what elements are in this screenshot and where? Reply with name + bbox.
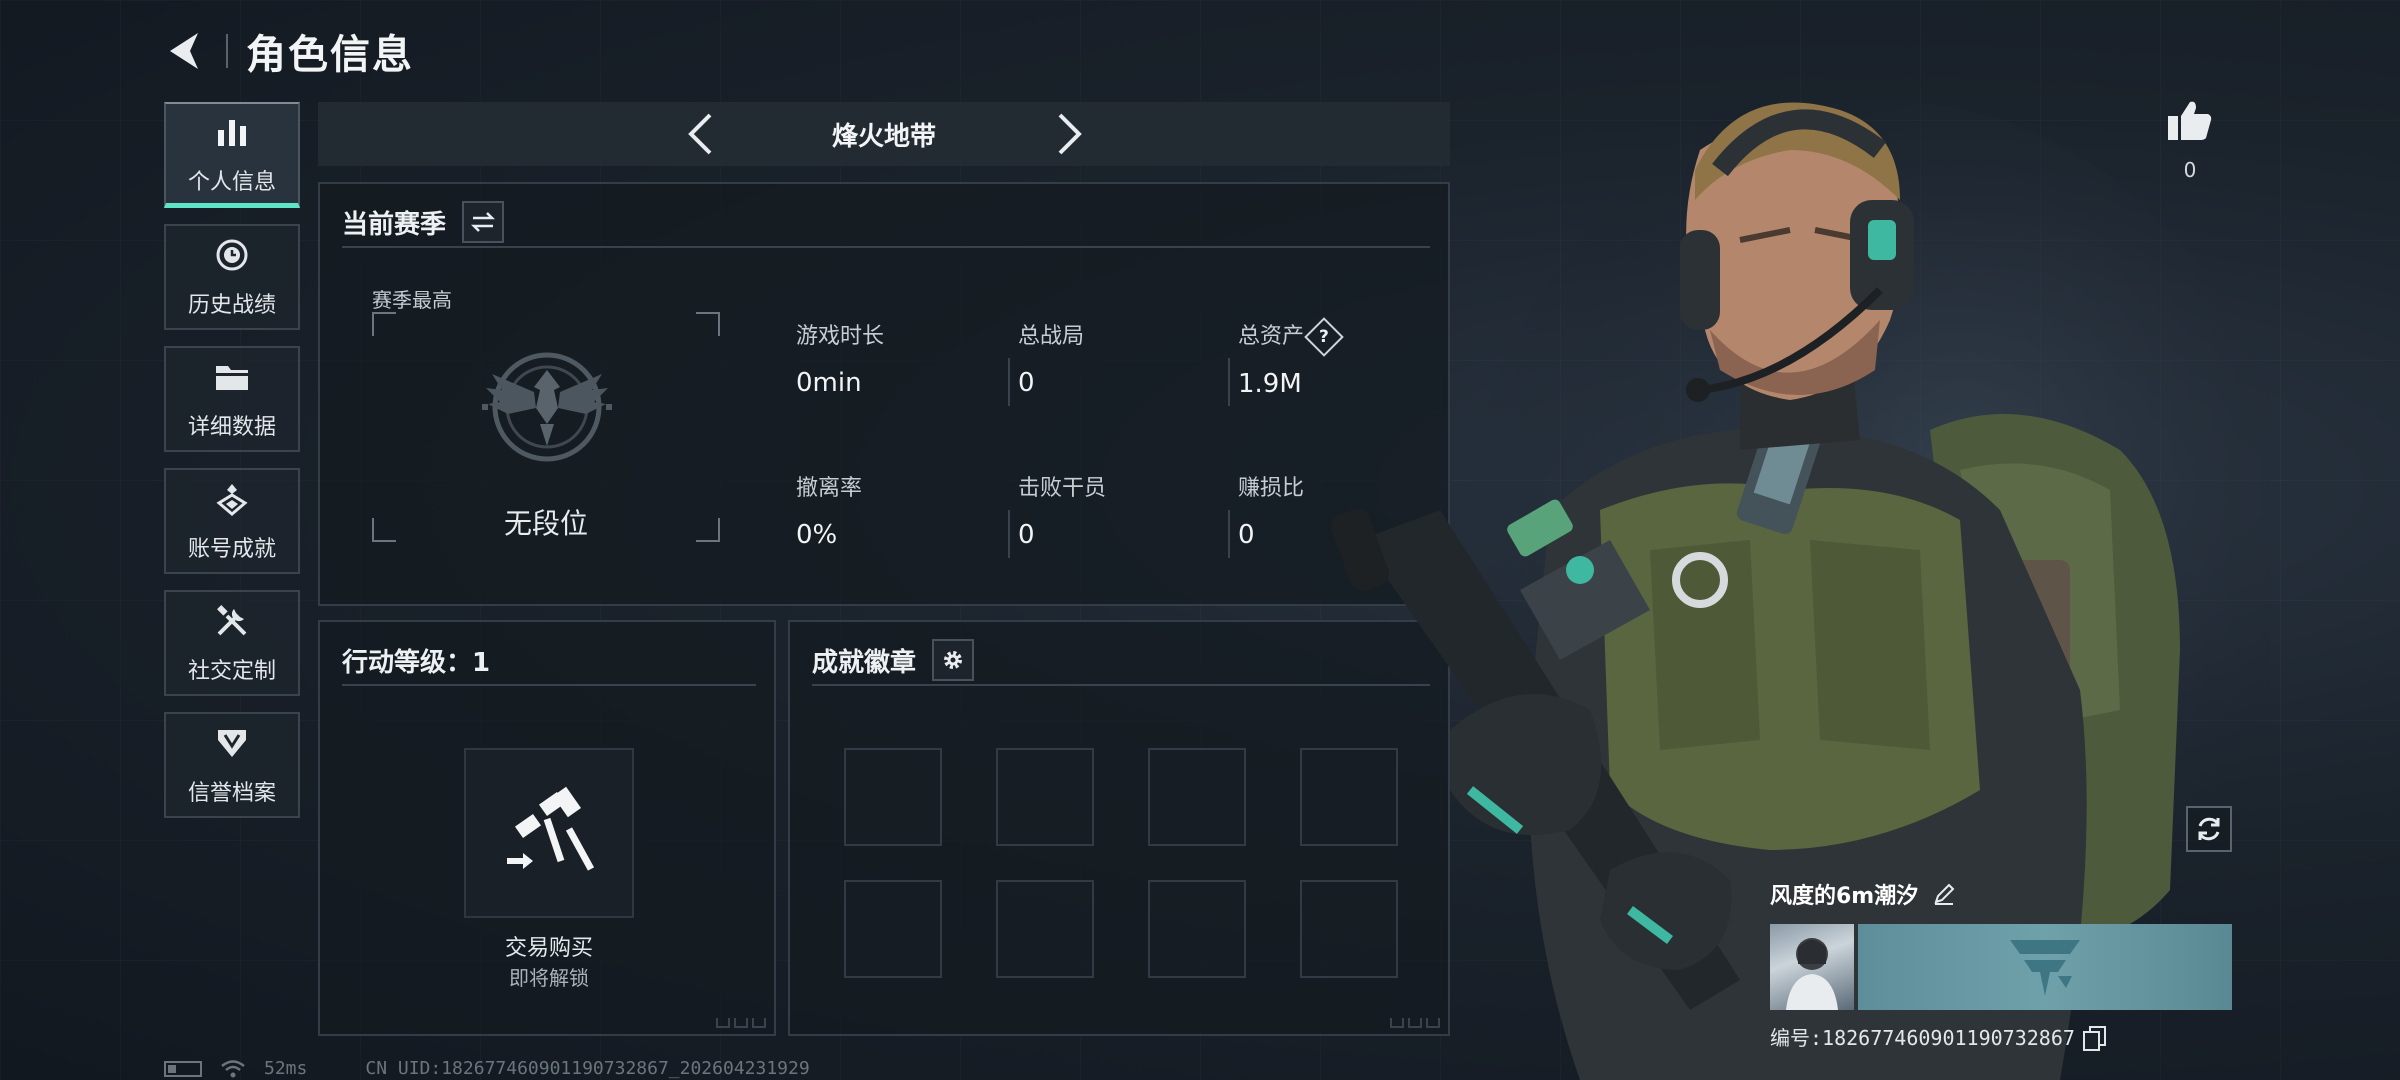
mode-selector: 烽火地带 xyxy=(318,102,1450,166)
player-id-row: 编号:1826774609011907328​67 xyxy=(1770,1022,2232,1051)
unlock-feature-tile[interactable] xyxy=(464,748,634,918)
achievement-settings-button[interactable] xyxy=(932,639,975,681)
chevron-left-icon xyxy=(688,113,712,155)
rank-emblem-icon xyxy=(482,352,612,462)
like-button[interactable]: 0 xyxy=(2166,98,2214,182)
sidebar-item-account-achievements[interactable]: 账号成就 xyxy=(164,468,300,574)
player-banner xyxy=(1770,924,2232,1010)
level-panel-header: 行动等级：1 xyxy=(342,636,756,686)
frame-corner xyxy=(696,312,720,336)
tools-icon xyxy=(212,601,252,641)
sidebar-item-label: 详细数据 xyxy=(187,415,276,440)
wifi-icon xyxy=(221,1059,245,1077)
ping-value: 52ms xyxy=(264,1058,308,1079)
battery-icon xyxy=(164,1060,202,1077)
badge-slot[interactable] xyxy=(844,748,942,846)
shield-icon xyxy=(212,723,252,763)
page-title: 角色信息 xyxy=(246,32,414,78)
panel-corner-mark xyxy=(716,1018,766,1028)
clock-icon xyxy=(212,235,252,275)
stat-divider xyxy=(1008,510,1010,558)
banner-image[interactable] xyxy=(1858,924,2232,1010)
stat-label: 赚损比 xyxy=(1238,476,1305,501)
player-id: 编号:1826774609011907328​67 xyxy=(1770,1026,2075,1050)
status-bar: 52ms CN UID:182677460901190732867_202604… xyxy=(164,1058,810,1079)
rotate-model-button[interactable] xyxy=(2186,806,2232,852)
stat-profit-loss-ratio: 赚损比 0 xyxy=(1228,470,1305,558)
back-button[interactable] xyxy=(160,25,208,77)
mode-title: 烽火地带 xyxy=(831,121,936,152)
frame-corner xyxy=(372,312,396,336)
season-panel-header: 当前赛季 xyxy=(342,198,1430,248)
player-name-row: 风度的6m潮汐 xyxy=(1770,878,2232,910)
season-title: 当前赛季 xyxy=(342,209,447,240)
thumbs-up-icon xyxy=(2168,101,2212,140)
rank-name: 无段位 xyxy=(503,507,588,540)
swap-icon xyxy=(470,212,496,232)
copy-icon[interactable] xyxy=(2082,1025,2106,1051)
sidebar-item-label: 社交定制 xyxy=(187,659,276,684)
badge-slot[interactable] xyxy=(1148,748,1246,846)
chevron-right-icon xyxy=(1058,113,1082,155)
achievement-title: 成就徽章 xyxy=(812,647,917,678)
action-level-panel: 行动等级：1 交易购买 即将解锁 xyxy=(318,620,776,1036)
stat-operators-defeated: 击败干员 0 xyxy=(1008,470,1107,558)
sidebar-item-personal-info[interactable]: 个人信息 xyxy=(164,102,300,208)
stat-value: 0 xyxy=(1238,520,1255,550)
mode-prev-button[interactable] xyxy=(676,110,724,158)
sidebar: 个人信息 历史战绩 详细数据 账号成就 社交定制 信誉档案 xyxy=(164,102,300,818)
edit-icon[interactable] xyxy=(1932,882,1956,906)
rank-box: 无段位 xyxy=(372,284,720,542)
stat-label: 总战局 xyxy=(1018,324,1085,349)
stat-value: 0 xyxy=(1018,520,1035,550)
sidebar-item-label: 信誉档案 xyxy=(187,781,276,806)
gear-icon xyxy=(944,651,963,669)
rotate-icon xyxy=(2198,817,2220,841)
like-count: 0 xyxy=(2183,158,2197,182)
bar-chart-icon xyxy=(212,112,252,152)
stat-label: 撤离率 xyxy=(796,476,863,501)
player-name: 风度的6m潮汐 xyxy=(1770,884,1919,909)
unlock-feature-name: 交易购买 xyxy=(504,936,593,961)
sidebar-item-match-history[interactable]: 历史战绩 xyxy=(164,224,300,330)
sidebar-item-credit-profile[interactable]: 信誉档案 xyxy=(164,712,300,818)
folder-icon xyxy=(212,357,252,397)
season-panel: 当前赛季 赛季最高 无段位 游戏时长 0min 总战局 0 总资产 ? 1.9M… xyxy=(318,182,1450,606)
badge-slot[interactable] xyxy=(1148,880,1246,978)
game-logo-icon xyxy=(2010,940,2080,996)
sidebar-item-label: 账号成就 xyxy=(187,537,276,562)
stat-label-text: 总资产 xyxy=(1238,324,1305,349)
achievement-icon xyxy=(212,479,252,519)
sidebar-item-label: 个人信息 xyxy=(187,169,276,195)
stat-value: 0min xyxy=(796,368,862,398)
stat-divider xyxy=(1008,358,1010,406)
header-divider xyxy=(226,34,228,68)
sidebar-item-social-custom[interactable]: 社交定制 xyxy=(164,590,300,696)
stat-play-time: 游戏时长 0min xyxy=(796,318,884,398)
trade-hammer-icon xyxy=(507,786,595,871)
stat-label: 游戏时长 xyxy=(796,324,885,349)
avatar-image xyxy=(1786,938,1838,1010)
mode-next-button[interactable] xyxy=(1046,110,1094,158)
badge-slot[interactable] xyxy=(996,748,1094,846)
stat-divider xyxy=(1228,510,1230,558)
season-switch-button[interactable] xyxy=(462,201,505,243)
level-title: 行动等级：1 xyxy=(342,647,491,678)
sidebar-item-label: 历史战绩 xyxy=(187,293,276,318)
stat-total-matches: 总战局 0 xyxy=(1008,318,1085,406)
sidebar-item-detailed-data[interactable]: 详细数据 xyxy=(164,346,300,452)
page-header: 角色信息 xyxy=(160,22,414,80)
badge-slot[interactable] xyxy=(844,880,942,978)
stat-label: 击败干员 xyxy=(1018,476,1107,501)
player-card: 风度的6m潮汐 编号:1826774609011907328​67 xyxy=(1770,878,2232,1051)
badge-slot[interactable] xyxy=(996,880,1094,978)
avatar[interactable] xyxy=(1770,924,1854,1010)
back-arrow-icon xyxy=(170,33,198,69)
stat-extract-rate: 撤离率 0% xyxy=(796,470,862,550)
stat-value: 0 xyxy=(1018,368,1035,398)
stat-divider xyxy=(1228,358,1230,406)
unlock-feature-status: 即将解锁 xyxy=(509,966,589,990)
uid-text: CN UID:182677460901190732867_20260423192… xyxy=(365,1058,810,1079)
stat-value: 0% xyxy=(796,520,838,550)
